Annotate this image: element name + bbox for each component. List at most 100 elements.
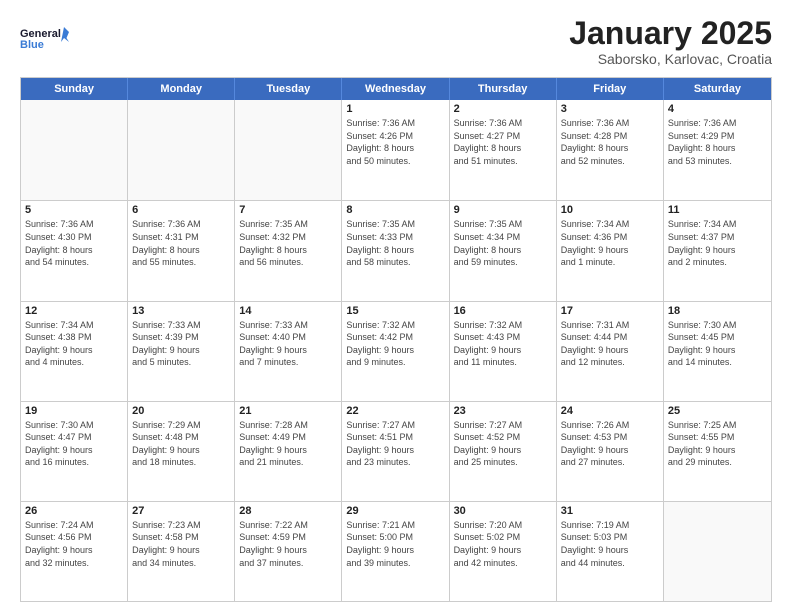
day-number: 3 [561, 103, 659, 115]
day-number: 21 [239, 405, 337, 417]
day-info: Sunrise: 7:23 AM Sunset: 4:58 PM Dayligh… [132, 519, 230, 569]
day-number: 22 [346, 405, 444, 417]
day-number: 5 [25, 204, 123, 216]
day-cell-8: 8Sunrise: 7:35 AM Sunset: 4:33 PM Daylig… [342, 201, 449, 300]
day-info: Sunrise: 7:26 AM Sunset: 4:53 PM Dayligh… [561, 419, 659, 469]
day-info: Sunrise: 7:32 AM Sunset: 4:42 PM Dayligh… [346, 319, 444, 369]
day-info: Sunrise: 7:28 AM Sunset: 4:49 PM Dayligh… [239, 419, 337, 469]
sub-title: Saborsko, Karlovac, Croatia [569, 51, 772, 67]
day-number: 4 [668, 103, 767, 115]
day-number: 10 [561, 204, 659, 216]
day-cell-20: 20 Sunrise: 7:29 AM Sunset: 4:48 PM Dayli… [128, 402, 235, 501]
day-cell-empty [21, 100, 128, 200]
day-cell-2: 2Sunrise: 7:36 AM Sunset: 4:27 PM Daylig… [450, 100, 557, 200]
logo: General Blue [20, 16, 70, 61]
day-cell-26: 26Sunrise: 7:24 AM Sunset: 4:56 PM Dayli… [21, 502, 128, 601]
calendar-row: 26Sunrise: 7:24 AM Sunset: 4:56 PM Dayli… [21, 501, 771, 601]
day-cell-25: 25 Sunrise: 7:25 AM Sunset: 4:55 PM Dayli… [664, 402, 771, 501]
day-cell-17: 17 Sunrise: 7:31 AM Sunset: 4:44 PM Dayli… [557, 302, 664, 401]
day-info: Sunrise: 7:35 AM Sunset: 4:32 PM Dayligh… [239, 218, 337, 268]
calendar-row: 1Sunrise: 7:36 AM Sunset: 4:26 PM Daylig… [21, 100, 771, 200]
calendar-body: 1Sunrise: 7:36 AM Sunset: 4:26 PM Daylig… [21, 100, 771, 601]
day-info: Sunrise: 7:19 AM Sunset: 5:03 PM Dayligh… [561, 519, 659, 569]
day-number: 17 [561, 305, 659, 317]
day-info: Sunrise: 7:25 AM Sunset: 4:55 PM Dayligh… [668, 419, 767, 469]
day-number: 23 [454, 405, 552, 417]
day-cell-10: 10 Sunrise: 7:34 AM Sunset: 4:36 PM Dayli… [557, 201, 664, 300]
day-number: 29 [346, 505, 444, 517]
day-cell-7: 7Sunrise: 7:35 AM Sunset: 4:32 PM Daylig… [235, 201, 342, 300]
day-number: 26 [25, 505, 123, 517]
day-info: Sunrise: 7:34 AM Sunset: 4:37 PM Dayligh… [668, 218, 767, 268]
day-number: 16 [454, 305, 552, 317]
day-cell-15: 15Sunrise: 7:32 AM Sunset: 4:42 PM Dayli… [342, 302, 449, 401]
day-info: Sunrise: 7:32 AM Sunset: 4:43 PM Dayligh… [454, 319, 552, 369]
day-cell-31: 31 Sunrise: 7:19 AM Sunset: 5:03 PM Dayli… [557, 502, 664, 601]
day-info: Sunrise: 7:22 AM Sunset: 4:59 PM Dayligh… [239, 519, 337, 569]
day-info: Sunrise: 7:36 AM Sunset: 4:26 PM Dayligh… [346, 117, 444, 167]
day-info: Sunrise: 7:21 AM Sunset: 5:00 PM Dayligh… [346, 519, 444, 569]
day-number: 30 [454, 505, 552, 517]
day-info: Sunrise: 7:20 AM Sunset: 5:02 PM Dayligh… [454, 519, 552, 569]
weekday-header: Wednesday [342, 78, 449, 100]
day-cell-23: 23 Sunrise: 7:27 AM Sunset: 4:52 PM Dayli… [450, 402, 557, 501]
day-cell-6: 6 Sunrise: 7:36 AM Sunset: 4:31 PM Daylig… [128, 201, 235, 300]
day-number: 13 [132, 305, 230, 317]
day-cell-19: 19Sunrise: 7:30 AM Sunset: 4:47 PM Dayli… [21, 402, 128, 501]
day-info: Sunrise: 7:36 AM Sunset: 4:31 PM Dayligh… [132, 218, 230, 268]
day-number: 24 [561, 405, 659, 417]
day-cell-9: 9 Sunrise: 7:35 AM Sunset: 4:34 PM Daylig… [450, 201, 557, 300]
day-number: 12 [25, 305, 123, 317]
day-number: 28 [239, 505, 337, 517]
day-number: 2 [454, 103, 552, 115]
day-info: Sunrise: 7:29 AM Sunset: 4:48 PM Dayligh… [132, 419, 230, 469]
day-cell-empty [128, 100, 235, 200]
calendar-header: SundayMondayTuesdayWednesdayThursdayFrid… [21, 78, 771, 100]
day-number: 11 [668, 204, 767, 216]
logo-svg: General Blue [20, 16, 70, 61]
day-cell-30: 30 Sunrise: 7:20 AM Sunset: 5:02 PM Dayli… [450, 502, 557, 601]
day-number: 14 [239, 305, 337, 317]
day-cell-3: 3 Sunrise: 7:36 AM Sunset: 4:28 PM Daylig… [557, 100, 664, 200]
svg-text:General: General [20, 28, 61, 40]
title-block: January 2025 Saborsko, Karlovac, Croatia [569, 16, 772, 67]
day-cell-empty [235, 100, 342, 200]
weekday-header: Thursday [450, 78, 557, 100]
day-info: Sunrise: 7:33 AM Sunset: 4:40 PM Dayligh… [239, 319, 337, 369]
page: General Blue January 2025 Saborsko, Karl… [0, 0, 792, 612]
day-info: Sunrise: 7:34 AM Sunset: 4:38 PM Dayligh… [25, 319, 123, 369]
calendar: SundayMondayTuesdayWednesdayThursdayFrid… [20, 77, 772, 602]
day-info: Sunrise: 7:27 AM Sunset: 4:51 PM Dayligh… [346, 419, 444, 469]
weekday-header: Monday [128, 78, 235, 100]
day-info: Sunrise: 7:34 AM Sunset: 4:36 PM Dayligh… [561, 218, 659, 268]
day-info: Sunrise: 7:33 AM Sunset: 4:39 PM Dayligh… [132, 319, 230, 369]
day-cell-29: 29 Sunrise: 7:21 AM Sunset: 5:00 PM Dayli… [342, 502, 449, 601]
day-info: Sunrise: 7:36 AM Sunset: 4:28 PM Dayligh… [561, 117, 659, 167]
day-cell-empty [664, 502, 771, 601]
day-info: Sunrise: 7:31 AM Sunset: 4:44 PM Dayligh… [561, 319, 659, 369]
main-title: January 2025 [569, 16, 772, 51]
day-number: 20 [132, 405, 230, 417]
weekday-header: Tuesday [235, 78, 342, 100]
day-number: 6 [132, 204, 230, 216]
day-cell-16: 16 Sunrise: 7:32 AM Sunset: 4:43 PM Dayli… [450, 302, 557, 401]
day-cell-4: 4Sunrise: 7:36 AM Sunset: 4:29 PM Daylig… [664, 100, 771, 200]
calendar-row: 19Sunrise: 7:30 AM Sunset: 4:47 PM Dayli… [21, 401, 771, 501]
day-info: Sunrise: 7:27 AM Sunset: 4:52 PM Dayligh… [454, 419, 552, 469]
day-info: Sunrise: 7:30 AM Sunset: 4:45 PM Dayligh… [668, 319, 767, 369]
day-number: 9 [454, 204, 552, 216]
day-cell-14: 14 Sunrise: 7:33 AM Sunset: 4:40 PM Dayli… [235, 302, 342, 401]
svg-text:Blue: Blue [20, 39, 44, 51]
day-cell-24: 24 Sunrise: 7:26 AM Sunset: 4:53 PM Dayli… [557, 402, 664, 501]
day-number: 31 [561, 505, 659, 517]
day-cell-22: 22 Sunrise: 7:27 AM Sunset: 4:51 PM Dayli… [342, 402, 449, 501]
day-cell-12: 12 Sunrise: 7:34 AM Sunset: 4:38 PM Dayli… [21, 302, 128, 401]
day-cell-28: 28 Sunrise: 7:22 AM Sunset: 4:59 PM Dayli… [235, 502, 342, 601]
day-cell-11: 11 Sunrise: 7:34 AM Sunset: 4:37 PM Dayli… [664, 201, 771, 300]
day-info: Sunrise: 7:35 AM Sunset: 4:34 PM Dayligh… [454, 218, 552, 268]
day-number: 8 [346, 204, 444, 216]
day-number: 18 [668, 305, 767, 317]
day-number: 25 [668, 405, 767, 417]
day-cell-1: 1Sunrise: 7:36 AM Sunset: 4:26 PM Daylig… [342, 100, 449, 200]
day-cell-13: 13 Sunrise: 7:33 AM Sunset: 4:39 PM Dayli… [128, 302, 235, 401]
